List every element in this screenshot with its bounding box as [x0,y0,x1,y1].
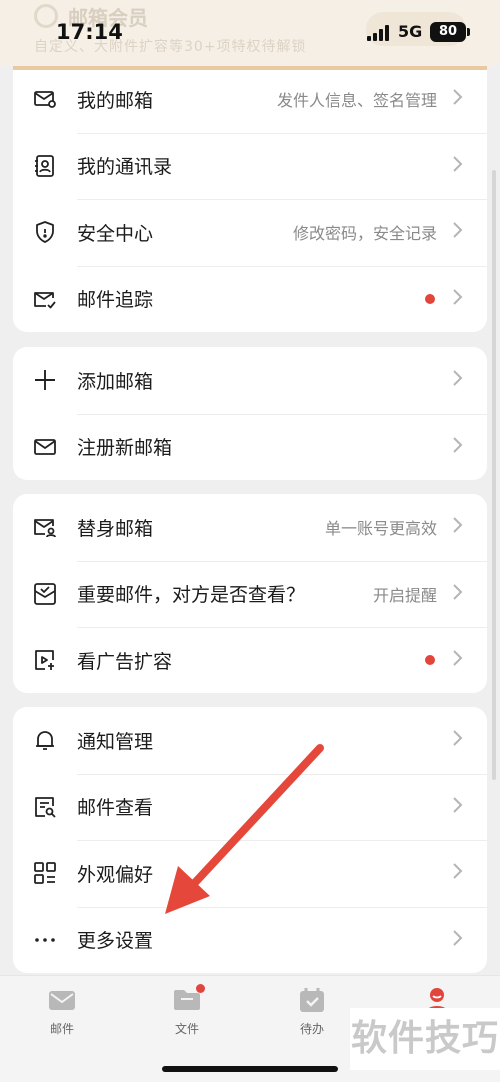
more-icon [33,928,57,952]
chevron-right-icon [451,221,463,243]
row-more-settings[interactable]: 更多设置 [13,906,487,974]
row-label: 我的通讯录 [77,156,173,179]
settings-group-features: 替身邮箱 单一账号更高效 重要邮件，对方是否查看？ 开启提醒 看广告扩容 [13,494,487,693]
row-hint: 修改密码，安全记录 [292,224,437,244]
network-type: 5G [398,22,423,41]
unread-dot [425,293,435,304]
shield-icon [33,220,57,244]
row-appearance[interactable]: 外观偏好 [13,840,487,907]
chevron-right-icon [451,155,463,177]
settings-group-account: 我的邮箱 发件人信息、签名管理 我的通讯录 安全中心 修改密码，安全记录 邮件追… [13,66,487,332]
row-add-mailbox[interactable]: 添加邮箱 [13,347,487,414]
tab-label: 文件 [174,1022,199,1036]
tab-files[interactable]: 文件 [147,984,227,1037]
chevron-right-icon [451,88,463,110]
row-label: 注册新邮箱 [77,437,173,460]
status-time: 17:14 [56,20,123,44]
chevron-right-icon [451,583,463,605]
row-label: 我的邮箱 [77,89,154,112]
tab-mail[interactable]: 邮件 [22,986,102,1037]
plus-icon [33,368,57,392]
chevron-right-icon [451,796,463,818]
row-alias-mailbox[interactable]: 替身邮箱 单一账号更高效 [13,494,487,561]
alias-mail-icon [33,515,57,539]
chevron-right-icon [451,436,463,458]
row-hint: 发件人信息、签名管理 [276,91,437,111]
settings-screen: 邮箱会员 自定义、大附件扩容等30+项特权待解锁 17:14 5G 80 我的邮… [0,0,500,1082]
row-hint: 单一账号更高效 [324,519,437,539]
folder-tab-icon [173,984,205,1014]
row-read-receipt[interactable]: 重要邮件，对方是否查看？ 开启提醒 [13,560,487,628]
mail-track-icon [33,287,57,311]
watermark: 软件技巧 [350,1008,500,1070]
battery-tip [467,28,470,36]
appearance-grid-icon [33,861,57,885]
chevron-right-icon [451,369,463,391]
chevron-right-icon [451,649,463,671]
row-label: 看广告扩容 [77,650,173,673]
mail-tab-icon [48,986,76,1014]
bell-icon [33,728,57,752]
tab-label: 待办 [299,1022,324,1036]
chevron-right-icon [451,288,463,310]
row-label: 更多设置 [77,930,154,953]
row-mail-view[interactable]: 邮件查看 [13,773,487,841]
row-security-center[interactable]: 安全中心 修改密码，安全记录 [13,199,487,266]
row-hint: 开启提醒 [372,585,437,605]
home-indicator[interactable] [162,1066,338,1072]
scrollbar[interactable] [492,170,496,780]
mail-view-icon [33,795,57,819]
row-label: 安全中心 [77,222,154,245]
video-ad-icon [33,648,57,672]
chevron-right-icon [451,729,463,751]
row-ad-expansion[interactable]: 看广告扩容 [13,627,487,693]
tab-label: 邮件 [49,1022,74,1036]
chevron-right-icon [451,862,463,884]
row-label: 外观偏好 [77,863,154,886]
row-label: 添加邮箱 [77,370,154,393]
read-receipt-icon [33,582,57,606]
row-my-mailbox[interactable]: 我的邮箱 发件人信息、签名管理 [13,66,487,133]
settings-group-preferences: 通知管理 邮件查看 外观偏好 更多设置 [13,707,487,973]
todo-tab-icon [298,986,326,1014]
contacts-icon [33,154,57,178]
settings-group-add: 添加邮箱 注册新邮箱 [13,347,487,480]
battery-icon: 80 [430,22,466,42]
row-label: 通知管理 [77,730,154,753]
row-mail-tracking[interactable]: 邮件追踪 [13,265,487,333]
chevron-right-icon [451,929,463,951]
chevron-right-icon [451,516,463,538]
row-label: 替身邮箱 [77,517,154,540]
row-label: 邮件查看 [77,797,154,820]
row-notification-management[interactable]: 通知管理 [13,707,487,774]
row-contacts[interactable]: 我的通讯录 [13,132,487,200]
row-label: 邮件追踪 [77,289,154,312]
row-label: 重要邮件，对方是否查看？ [77,584,306,607]
files-badge-dot [196,984,205,993]
mailbox-settings-icon [33,87,57,111]
row-register-mailbox[interactable]: 注册新邮箱 [13,413,487,481]
signal-icon [367,25,391,41]
unread-dot [425,655,435,666]
mail-icon [33,435,57,459]
tab-todo[interactable]: 待办 [272,986,352,1037]
status-bar: 17:14 5G 80 [0,0,500,66]
